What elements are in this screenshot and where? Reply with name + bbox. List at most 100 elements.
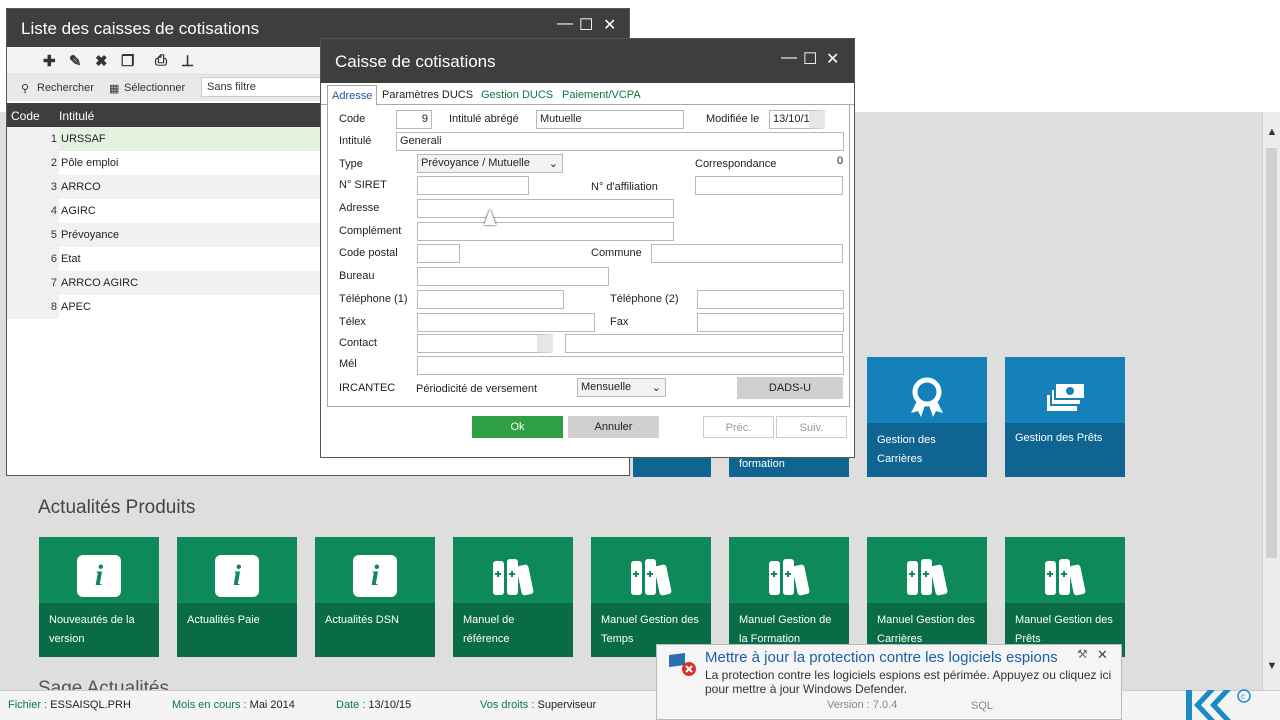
tile-nouveautes[interactable]: i Nouveautés de la version [39,537,159,657]
tile-gestion-prets[interactable]: Gestion des Prêts [1005,357,1125,477]
shield-warning-icon [667,651,697,677]
tile-label: Gestion des Prêts [1005,423,1125,477]
tab-adresse[interactable]: Adresse [327,85,378,106]
dialog-tabs: Adresse Paramètres DUCS Gestion DUCS Pai… [321,85,854,106]
books-icon [905,555,949,599]
add-icon[interactable]: ✚ [43,52,56,70]
type-label: Type [339,158,363,170]
mel-field[interactable] [417,356,844,375]
fax-field[interactable] [697,313,844,332]
tab-parametres-ducs[interactable]: Paramètres DUCS [382,89,473,101]
affiliation-label: N° d'affiliation [591,181,658,193]
scroll-down-icon[interactable]: ▼ [1263,660,1280,672]
search-icon[interactable]: ⚲ [21,82,29,95]
list-window-title: Liste des caisses de cotisations [21,19,260,38]
siret-field[interactable] [417,176,529,195]
tile-manuel-carrieres[interactable]: Manuel Gestion des Carrières [867,537,987,657]
scroll-up-icon[interactable]: ▲ [1263,126,1280,138]
filter-select[interactable]: Sans filtre [201,77,331,97]
maximize-icon[interactable]: ☐ [803,49,817,69]
bureau-label: Bureau [339,270,375,282]
tile-actualites-dsn[interactable]: i Actualités DSN [315,537,435,657]
close-icon[interactable]: ✕ [1097,647,1108,663]
chevron-down-icon: ⌄ [651,382,661,394]
periodicite-select[interactable]: Mensuelle ⌄ [577,378,666,397]
modifiee-le-label: Modifiée le [706,113,760,125]
settings-icon[interactable]: ⚒ [1077,647,1088,661]
tab-paiement-vcpa[interactable]: Paiement/VCPA [562,89,641,101]
contact-label: Contact [339,337,377,349]
defender-notification[interactable]: Mettre à jour la protection contre les l… [656,644,1122,720]
version-text: Version : 7.0.4 [827,699,898,711]
mel-label: Mél [339,358,357,370]
minimize-icon[interactable]: — [781,49,797,67]
tile-label: Actualités Paie [177,603,297,657]
books-icon [767,555,811,599]
tile-manuel-reference[interactable]: Manuel de référence [453,537,573,657]
scrollbar-thumb[interactable] [1266,148,1277,558]
tile-label: Manuel de référence [453,603,573,657]
books-icon [629,555,673,599]
tile-manuel-formation[interactable]: Manuel Gestion de la Formation [729,537,849,657]
tile-manuel-temps[interactable]: Manuel Gestion des Temps [591,537,711,657]
caisse-dialog: Caisse de cotisations — ☐ ✕ Adresse Para… [320,38,855,458]
close-icon[interactable]: ✕ [826,49,839,69]
section-title-actualites: Actualités Produits [38,497,196,518]
contact-detail-field[interactable] [565,334,843,353]
column-header-intitule[interactable]: Intitulé [59,109,94,123]
code-field[interactable]: 9 [396,110,432,129]
books-icon [491,555,535,599]
intitule-label: Intitulé [339,135,372,147]
tile-gestion-carrieres[interactable]: Gestion des Carrières [867,357,987,477]
tile-label: Actualités DSN [315,603,435,657]
ok-button[interactable]: Ok [472,416,563,438]
prev-button[interactable]: Préc. [703,416,774,438]
minimize-icon[interactable]: — [557,15,573,33]
tile-manuel-prets[interactable]: Manuel Gestion des Prêts [1005,537,1125,657]
code-postal-label: Code postal [339,247,398,259]
code-label: Code [339,113,366,125]
search-button[interactable]: Rechercher [37,82,94,94]
cancel-button[interactable]: Annuler [568,416,659,438]
modifiee-le-field[interactable]: 13/10/15 [769,110,825,129]
telephone1-field[interactable] [417,290,564,309]
intitule-field[interactable]: Generali [396,132,844,151]
bureau-field[interactable] [417,267,609,286]
chevron-down-icon: ⌄ [548,158,558,170]
affiliation-field[interactable] [695,176,843,195]
export-icon[interactable]: ⊥ [181,52,194,70]
code-postal-field[interactable] [417,244,460,263]
select-button[interactable]: Sélectionner [124,82,185,94]
intitule-abrege-field[interactable]: Mutuelle [536,110,684,129]
ircantec-label: IRCANTEC [339,382,396,394]
tile-actualites-paie[interactable]: i Actualités Paie [177,537,297,657]
dads-u-button[interactable]: DADS-U [737,377,843,399]
dialog-titlebar[interactable]: Caisse de cotisations — ☐ ✕ [321,39,854,83]
close-icon[interactable]: ✕ [603,15,616,35]
edit-icon[interactable]: ✎ [69,52,82,70]
status-date-key: Date : [336,699,366,711]
column-header-code[interactable]: Code [11,109,40,123]
maximize-icon[interactable]: ☐ [579,15,593,35]
select-icon[interactable]: ▦ [109,82,119,95]
complement-field[interactable] [417,222,674,241]
adresse-field[interactable] [417,199,674,218]
telex-field[interactable] [417,313,595,332]
next-button[interactable]: Suiv. [776,416,847,438]
print-icon[interactable]: ⎙ [155,52,167,69]
sql-text: SQL [971,700,994,712]
commune-field[interactable] [651,244,843,263]
contact-field[interactable] [417,334,553,353]
dashboard-scrollbar[interactable]: ▲ ▼ [1262,112,1280,690]
type-select[interactable]: Prévoyance / Mutuelle ⌄ [417,154,563,173]
siret-label: N° SIRET [339,179,387,191]
tab-gestion-ducs[interactable]: Gestion DUCS [481,89,553,101]
copy-icon[interactable]: ❐ [121,52,134,70]
info-icon: i [77,555,121,599]
intitule-abrege-label: Intitulé abrégé [449,113,519,125]
money-icon [1043,375,1087,419]
telephone2-field[interactable] [697,290,844,309]
notification-title: Mettre à jour la protection contre les l… [705,649,1058,666]
delete-icon[interactable]: ✖ [95,52,108,70]
info-icon: i [353,555,397,599]
